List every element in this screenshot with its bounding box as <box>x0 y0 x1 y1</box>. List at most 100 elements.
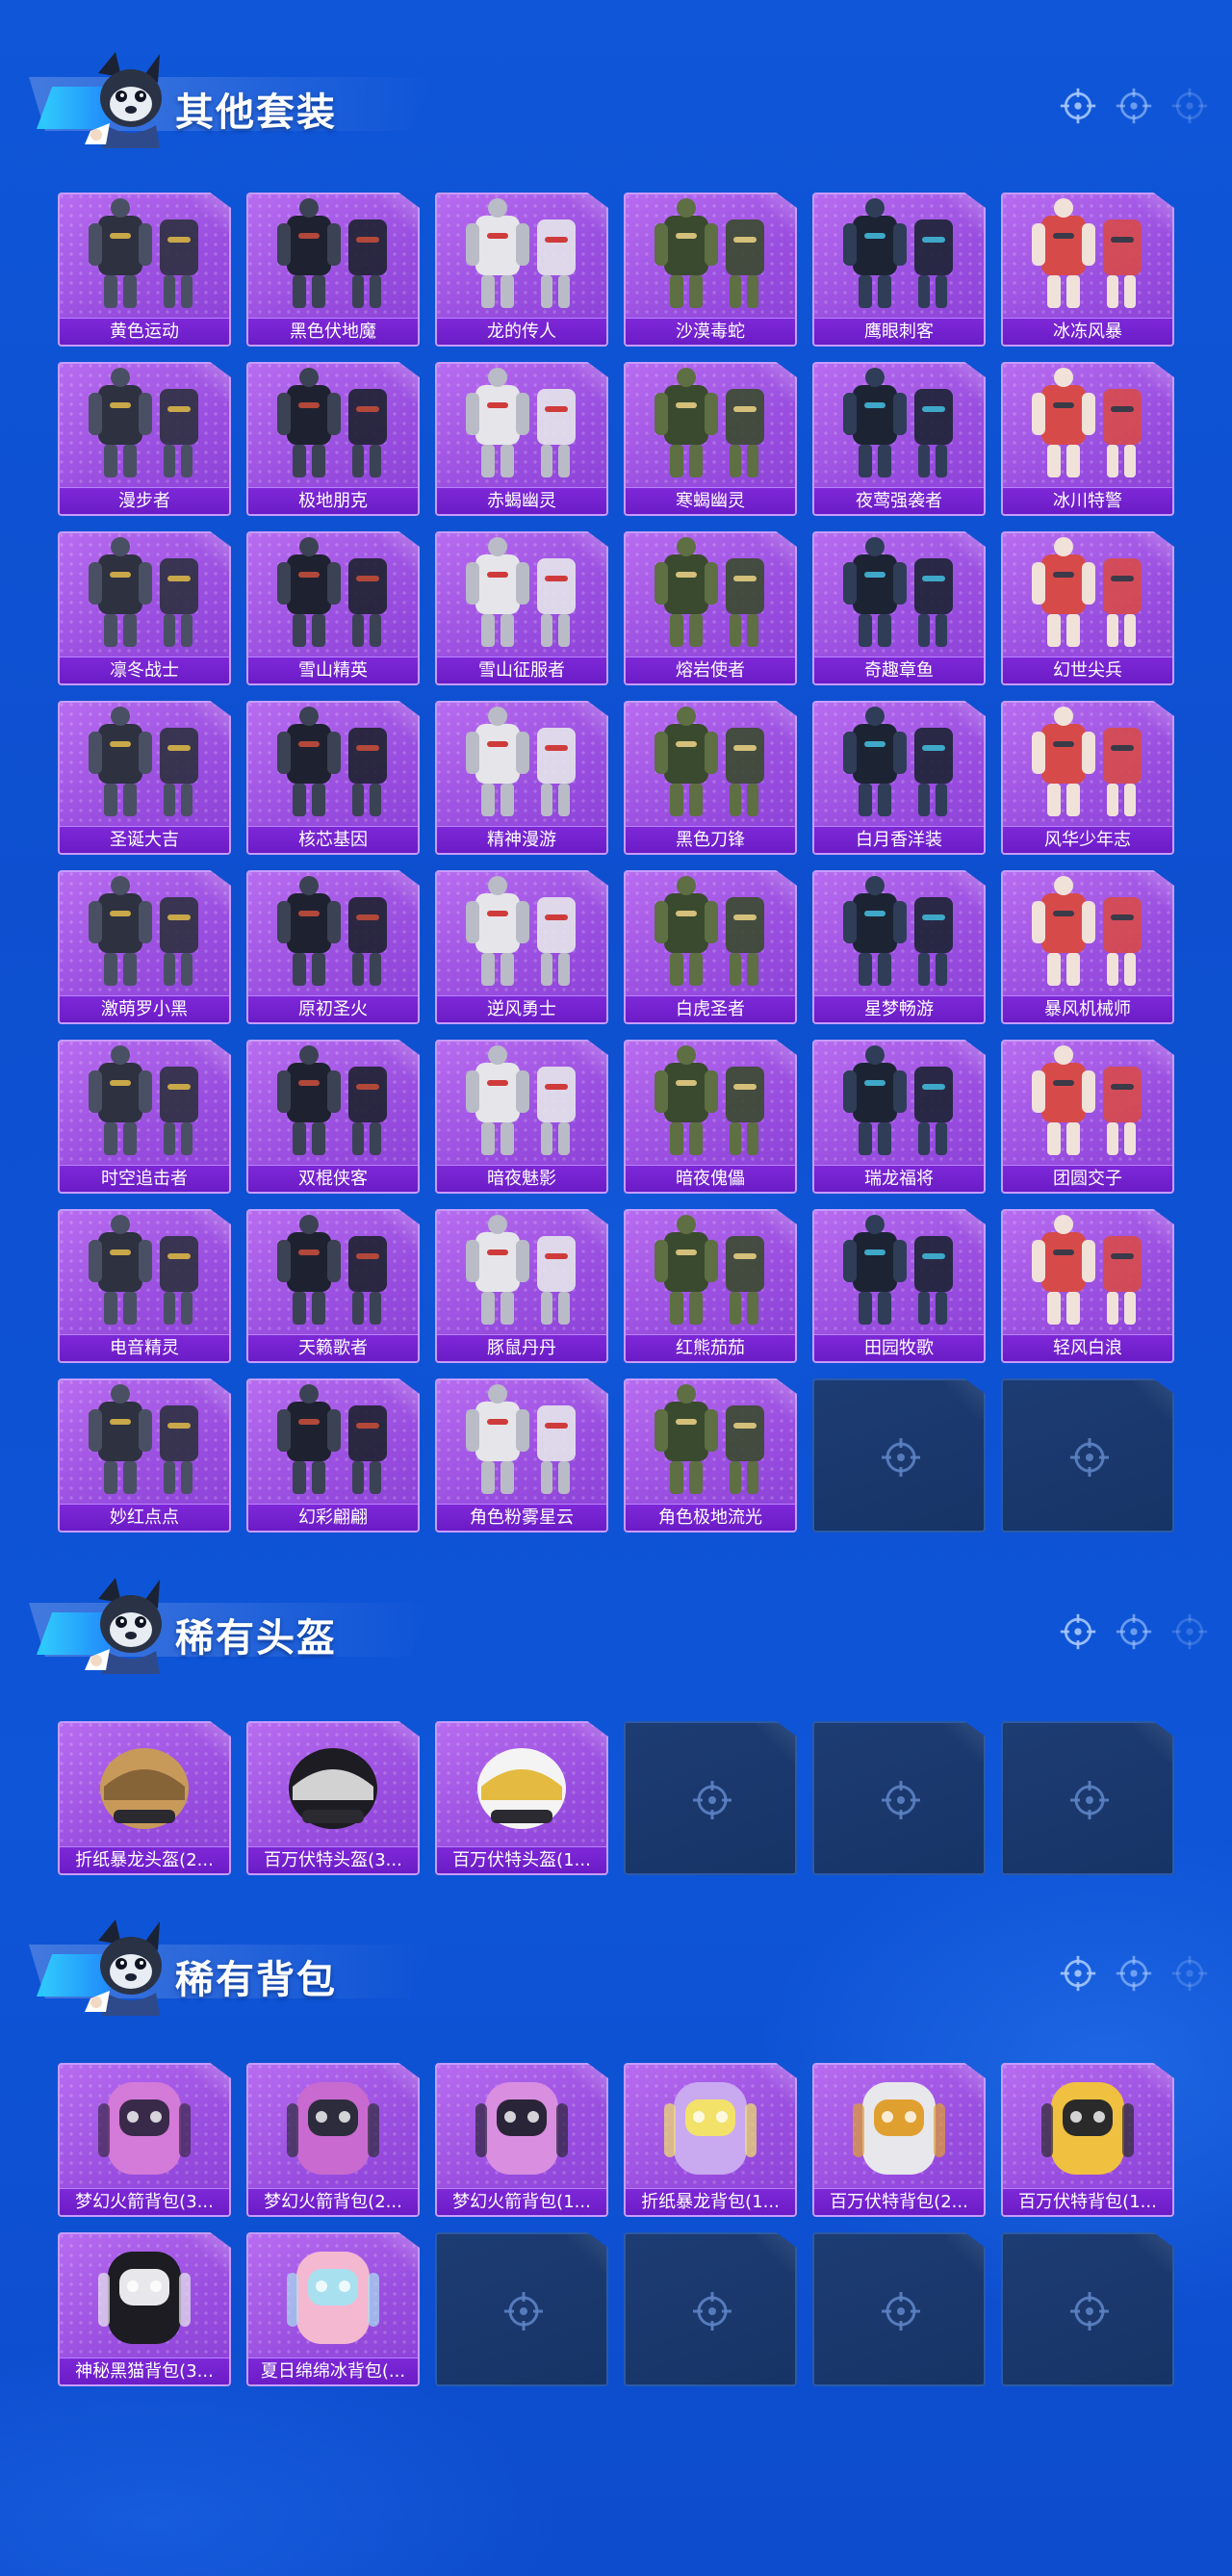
item-card[interactable]: 梦幻火箭背包(1... <box>435 2063 608 2217</box>
item-label: 百万伏特背包(1... <box>1003 2188 1172 2215</box>
item-card[interactable]: 豚鼠丹丹 <box>435 1209 608 1363</box>
item-card[interactable]: 白虎圣者 <box>624 870 797 1024</box>
item-label: 暴风机械师 <box>1003 995 1172 1022</box>
item-image <box>1003 364 1172 487</box>
item-label: 幻彩翩翩 <box>248 1504 418 1531</box>
item-card[interactable]: 冰川特警 <box>1001 362 1174 516</box>
item-card[interactable]: 雪山征服者 <box>435 531 608 685</box>
item-label: 时空追击者 <box>60 1165 229 1192</box>
item-image <box>60 872 229 995</box>
item-image <box>1003 1211 1172 1334</box>
item-card[interactable]: 风华少年志 <box>1001 701 1174 855</box>
item-card[interactable]: 核芯基因 <box>246 701 420 855</box>
item-card[interactable]: 幻彩翩翩 <box>246 1378 420 1533</box>
item-image <box>437 872 606 995</box>
item-label: 百万伏特头盔(1... <box>437 1846 606 1873</box>
item-card[interactable]: 黑色伏地魔 <box>246 193 420 347</box>
item-card[interactable]: 极地朋克 <box>246 362 420 516</box>
item-card[interactable]: 龙的传人 <box>435 193 608 347</box>
item-card[interactable]: 电音精灵 <box>58 1209 231 1363</box>
item-card[interactable]: 田园牧歌 <box>812 1209 986 1363</box>
item-card[interactable]: 角色粉雾星云 <box>435 1378 608 1533</box>
item-card[interactable]: 赤蝎幽灵 <box>435 362 608 516</box>
item-card[interactable]: 幻世尖兵 <box>1001 531 1174 685</box>
item-image <box>626 1211 795 1334</box>
item-label: 极地朋克 <box>248 487 418 514</box>
item-card[interactable]: 逆风勇士 <box>435 870 608 1024</box>
item-card[interactable]: 奇趣章鱼 <box>812 531 986 685</box>
item-label: 暗夜傀儡 <box>626 1165 795 1192</box>
crosshair-icon <box>880 1779 922 1821</box>
item-card[interactable]: 折纸暴龙背包(1... <box>624 2063 797 2217</box>
item-card[interactable]: 黄色运动 <box>58 193 231 347</box>
item-card[interactable]: 夜莺强袭者 <box>812 362 986 516</box>
item-card[interactable]: 原初圣火 <box>246 870 420 1024</box>
item-label: 龙的传人 <box>437 318 606 345</box>
empty-slot <box>1001 2232 1174 2386</box>
item-card[interactable]: 百万伏特头盔(1... <box>435 1721 608 1875</box>
item-card[interactable]: 双棍侠客 <box>246 1040 420 1194</box>
item-card[interactable]: 妙红点点 <box>58 1378 231 1533</box>
item-card[interactable]: 雪山精英 <box>246 531 420 685</box>
item-card[interactable]: 梦幻火箭背包(3... <box>58 2063 231 2217</box>
item-image <box>437 1380 606 1504</box>
crosshair-icon <box>1059 1954 1097 1996</box>
item-card[interactable]: 冰冻风暴 <box>1001 193 1174 347</box>
item-card[interactable]: 精神漫游 <box>435 701 608 855</box>
empty-slot <box>812 2232 986 2386</box>
item-image <box>1003 533 1172 657</box>
crosshair-icon <box>691 2290 733 2332</box>
item-card[interactable]: 暗夜傀儡 <box>624 1040 797 1194</box>
crosshair-icon <box>1059 1612 1097 1655</box>
item-image <box>1003 194 1172 318</box>
item-card[interactable]: 瑞龙福将 <box>812 1040 986 1194</box>
item-card[interactable]: 白月香洋装 <box>812 701 986 855</box>
empty-slot <box>812 1721 986 1875</box>
item-card[interactable]: 百万伏特背包(2... <box>812 2063 986 2217</box>
item-card[interactable]: 激萌罗小黑 <box>58 870 231 1024</box>
item-image <box>60 2234 229 2357</box>
item-card[interactable]: 凛冬战士 <box>58 531 231 685</box>
item-card[interactable]: 夏日绵绵冰背包(... <box>246 2232 420 2386</box>
item-label: 团圆交子 <box>1003 1165 1172 1192</box>
item-card[interactable]: 星梦畅游 <box>812 870 986 1024</box>
item-card[interactable]: 红熊茄茄 <box>624 1209 797 1363</box>
item-card[interactable]: 寒蝎幽灵 <box>624 362 797 516</box>
item-card[interactable]: 百万伏特背包(1... <box>1001 2063 1174 2217</box>
item-card[interactable]: 百万伏特头盔(3... <box>246 1721 420 1875</box>
item-card[interactable]: 天籁歌者 <box>246 1209 420 1363</box>
item-label: 夏日绵绵冰背包(... <box>248 2357 418 2384</box>
item-image <box>248 2234 418 2357</box>
item-card[interactable]: 漫步者 <box>58 362 231 516</box>
item-label: 百万伏特背包(2... <box>814 2188 984 2215</box>
item-label: 沙漠毒蛇 <box>626 318 795 345</box>
item-card[interactable]: 圣诞大吉 <box>58 701 231 855</box>
item-label: 逆风勇士 <box>437 995 606 1022</box>
item-card[interactable]: 鹰眼刺客 <box>812 193 986 347</box>
empty-slot <box>1001 1378 1174 1533</box>
item-card[interactable]: 梦幻火箭背包(2... <box>246 2063 420 2217</box>
item-card[interactable]: 折纸暴龙头盔(2... <box>58 1721 231 1875</box>
item-card[interactable]: 神秘黑猫背包(3... <box>58 2232 231 2386</box>
item-card[interactable]: 熔岩使者 <box>624 531 797 685</box>
item-image <box>814 533 984 657</box>
item-card[interactable]: 暗夜魅影 <box>435 1040 608 1194</box>
item-label: 豚鼠丹丹 <box>437 1334 606 1361</box>
item-image <box>626 703 795 826</box>
item-image <box>814 872 984 995</box>
item-image <box>437 1211 606 1334</box>
empty-slot <box>624 2232 797 2386</box>
item-card[interactable]: 角色极地流光 <box>624 1378 797 1533</box>
item-image <box>814 364 984 487</box>
item-card[interactable]: 团圆交子 <box>1001 1040 1174 1194</box>
crosshair-icon <box>880 1436 922 1479</box>
empty-slot <box>624 1721 797 1875</box>
item-label: 风华少年志 <box>1003 826 1172 853</box>
item-card[interactable]: 沙漠毒蛇 <box>624 193 797 347</box>
item-card[interactable]: 暴风机械师 <box>1001 870 1174 1024</box>
item-label: 红熊茄茄 <box>626 1334 795 1361</box>
item-card[interactable]: 轻风白浪 <box>1001 1209 1174 1363</box>
item-label: 原初圣火 <box>248 995 418 1022</box>
item-card[interactable]: 黑色刀锋 <box>624 701 797 855</box>
item-card[interactable]: 时空追击者 <box>58 1040 231 1194</box>
